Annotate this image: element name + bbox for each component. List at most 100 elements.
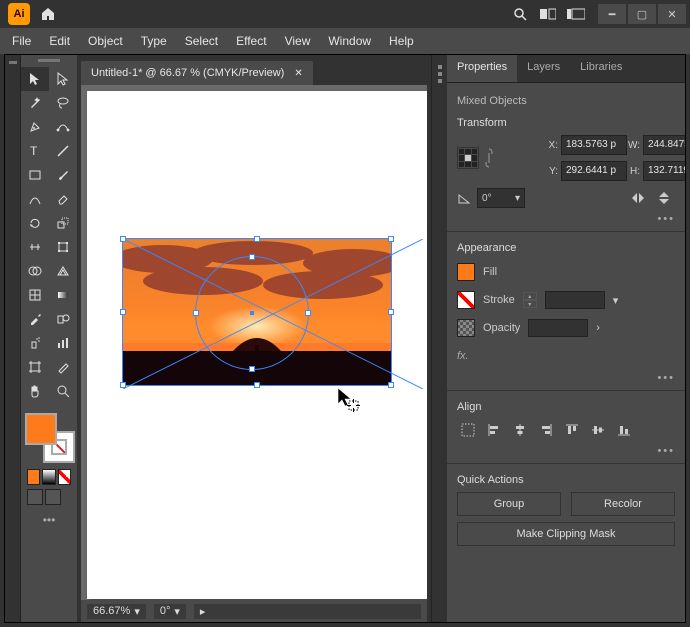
tab-close-button[interactable]: ✕ <box>294 68 302 79</box>
line-tool[interactable] <box>49 139 77 163</box>
transform-more[interactable]: ••• <box>657 213 675 225</box>
rotate-tool[interactable] <box>21 211 49 235</box>
minimize-icon: ━ <box>609 8 616 21</box>
fill-swatch[interactable] <box>25 413 57 445</box>
search-button[interactable] <box>508 2 532 26</box>
menu-help[interactable]: Help <box>381 30 422 52</box>
draw-mode-behind[interactable] <box>45 489 61 505</box>
home-button[interactable] <box>36 2 60 26</box>
circle-handle-w[interactable] <box>193 310 199 316</box>
reference-point[interactable] <box>457 147 481 169</box>
recolor-button[interactable]: Recolor <box>571 492 675 516</box>
align-vcenter[interactable] <box>587 419 609 441</box>
color-mode-gradient[interactable] <box>42 469 55 485</box>
rotate-icon <box>28 216 42 230</box>
align-right[interactable] <box>535 419 557 441</box>
menu-edit[interactable]: Edit <box>41 30 78 52</box>
perspective-grid-tool[interactable] <box>49 259 77 283</box>
menu-effect[interactable]: Effect <box>228 30 274 52</box>
opacity-input[interactable] <box>528 319 588 337</box>
group-button[interactable]: Group <box>457 492 561 516</box>
flip-vertical[interactable] <box>653 187 675 209</box>
graph-icon <box>56 336 70 350</box>
fill-swatch[interactable] <box>457 263 475 281</box>
minimize-button[interactable]: ━ <box>598 4 626 24</box>
align-hcenter[interactable] <box>509 419 531 441</box>
appearance-more[interactable]: ••• <box>657 372 675 384</box>
menu-file[interactable]: File <box>4 30 39 52</box>
free-transform-icon <box>56 240 70 254</box>
panel-rail[interactable] <box>431 55 447 622</box>
menu-select[interactable]: Select <box>177 30 226 52</box>
shape-builder-tool[interactable] <box>21 259 49 283</box>
hand-tool[interactable] <box>21 379 49 403</box>
rotation-input[interactable]: 0°▾ <box>477 188 525 208</box>
circle-handle-e[interactable] <box>305 310 311 316</box>
arrange-docs-button[interactable] <box>536 2 560 26</box>
color-mode-solid[interactable] <box>27 469 40 485</box>
align-to-selector[interactable] <box>457 419 479 441</box>
stroke-profile-dropdown[interactable]: ▾ <box>613 294 619 307</box>
magic-wand-tool[interactable] <box>21 91 49 115</box>
maximize-button[interactable]: ▢ <box>628 4 656 24</box>
curvature-tool[interactable] <box>49 115 77 139</box>
rotate-view[interactable]: 0°▾ <box>154 604 186 619</box>
mesh-tool[interactable] <box>21 283 49 307</box>
make-clipping-mask-button[interactable]: Make Clipping Mask <box>457 522 675 546</box>
circle-handle-n[interactable] <box>249 254 255 260</box>
fill-stroke-swatches[interactable] <box>25 413 75 463</box>
fx-label[interactable]: fx. <box>457 350 469 362</box>
flip-horizontal[interactable] <box>627 187 649 209</box>
artboard-nav[interactable]: ▸ <box>194 604 421 619</box>
stroke-weight-stepper[interactable]: ▴▾ <box>523 292 537 308</box>
selection-tool[interactable] <box>21 67 49 91</box>
eyedropper-tool[interactable] <box>21 307 49 331</box>
menu-view[interactable]: View <box>277 30 319 52</box>
zoom-tool[interactable] <box>49 379 77 403</box>
opacity-flyout[interactable]: › <box>596 322 600 334</box>
tab-layers[interactable]: Layers <box>517 55 570 82</box>
direct-selection-tool[interactable] <box>49 67 77 91</box>
width-tool[interactable] <box>21 235 49 259</box>
align-to-icon <box>461 423 475 437</box>
draw-mode-normal[interactable] <box>27 489 43 505</box>
menu-object[interactable]: Object <box>80 30 131 52</box>
align-bottom[interactable] <box>613 419 635 441</box>
align-top[interactable] <box>561 419 583 441</box>
tab-libraries[interactable]: Libraries <box>570 55 632 82</box>
align-left[interactable] <box>483 419 505 441</box>
circle-selection[interactable] <box>195 256 309 370</box>
canvas[interactable] <box>81 85 427 600</box>
close-button[interactable]: ✕ <box>658 4 686 24</box>
slice-tool[interactable] <box>49 355 77 379</box>
pen-tool[interactable] <box>21 115 49 139</box>
w-input[interactable]: 244.8475 p <box>643 135 685 155</box>
workspace-switcher[interactable] <box>564 2 588 26</box>
column-graph-tool[interactable] <box>49 331 77 355</box>
stroke-swatch[interactable] <box>457 291 475 309</box>
menu-window[interactable]: Window <box>320 30 379 52</box>
tab-properties[interactable]: Properties <box>447 55 517 82</box>
eraser-tool[interactable] <box>49 187 77 211</box>
align-more[interactable]: ••• <box>657 445 675 457</box>
scale-tool[interactable] <box>49 211 77 235</box>
shaper-tool[interactable] <box>21 187 49 211</box>
h-input[interactable]: 132.7119 p <box>643 161 685 181</box>
free-transform-tool[interactable] <box>49 235 77 259</box>
zoom-level[interactable]: 66.67%▾ <box>87 604 146 619</box>
lasso-tool[interactable] <box>49 91 77 115</box>
type-tool[interactable]: T <box>21 139 49 163</box>
artboard[interactable] <box>87 91 427 599</box>
artboard-tool[interactable] <box>21 355 49 379</box>
gradient-tool[interactable] <box>49 283 77 307</box>
edit-toolbar-icon[interactable]: ••• <box>43 513 56 527</box>
paintbrush-tool[interactable] <box>49 163 77 187</box>
stroke-weight-input[interactable] <box>545 291 605 309</box>
circle-handle-s[interactable] <box>249 366 255 372</box>
document-tab[interactable]: Untitled-1* @ 66.67 % (CMYK/Preview) ✕ <box>81 61 313 85</box>
symbol-sprayer-tool[interactable] <box>21 331 49 355</box>
rectangle-tool[interactable] <box>21 163 49 187</box>
color-mode-none[interactable] <box>58 469 71 485</box>
menu-type[interactable]: Type <box>133 30 175 52</box>
blend-tool[interactable] <box>49 307 77 331</box>
